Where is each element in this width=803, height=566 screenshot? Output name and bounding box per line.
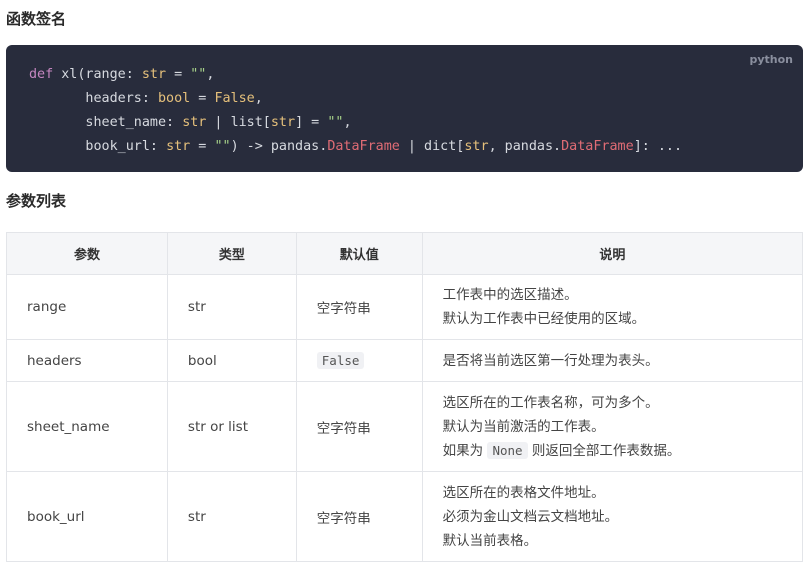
code-text: = [190, 139, 215, 154]
column-header-desc: 说明 [421, 232, 803, 275]
param-default: 空字符串 [295, 274, 423, 340]
param-default: False [295, 339, 423, 382]
desc-line: 默认当前表格。 [442, 532, 538, 549]
param-type: bool [166, 339, 297, 382]
code-string: "" [327, 115, 344, 130]
code-type: str [166, 139, 191, 154]
desc-line: 工作表中的选区描述。 [442, 287, 578, 303]
column-header-type: 类型 [166, 232, 297, 275]
code-text: xl(range: [53, 67, 142, 82]
code-literal: False [214, 91, 255, 106]
code-text: ] = [295, 115, 328, 130]
param-desc: 是否将当前选区第一行处理为表头。 [421, 339, 803, 382]
params-table: 参数 类型 默认值 说明 range str 空字符串 工作表中的选区描述。 默… [6, 232, 803, 562]
code-text: | dict[ [399, 139, 465, 154]
param-name: range [6, 274, 168, 340]
code-content: def xl(range: str = "", headers: bool = … [29, 63, 682, 159]
code-type: str [464, 139, 489, 154]
inline-code: False [316, 351, 365, 369]
code-text: sheet_name: [29, 115, 183, 130]
desc-line: 默认为当前激活的工作表。 [442, 418, 605, 435]
code-text: headers: [29, 91, 158, 106]
param-name: headers [6, 339, 168, 382]
code-string: "" [190, 67, 207, 82]
column-header-param: 参数 [6, 232, 168, 275]
section-heading-signature: 函数签名 [6, 10, 67, 28]
desc-line: 选区所在的表格文件地址。 [442, 484, 605, 501]
param-type: str [166, 274, 297, 340]
section-heading-params: 参数列表 [6, 192, 67, 210]
param-desc: 工作表中的选区描述。 默认为工作表中已经使用的区域。 [421, 274, 803, 340]
table-row: headers bool False 是否将当前选区第一行处理为表头。 [6, 339, 803, 382]
param-desc: 选区所在的工作表名称，可为多个。 默认为当前激活的工作表。 如果为 None 则… [421, 381, 803, 472]
param-desc: 选区所在的表格文件地址。 必须为金山文档云文档地址。 默认当前表格。 [421, 471, 803, 562]
code-type: str [182, 115, 207, 130]
code-type: bool [158, 91, 191, 106]
code-text: = [190, 91, 215, 106]
desc-text: 如果为 [442, 442, 488, 459]
param-type: str or list [166, 381, 297, 472]
inline-code: None [487, 441, 528, 459]
code-text: , [254, 91, 263, 106]
code-class: DataFrame [327, 139, 400, 154]
code-type: str [141, 67, 167, 82]
desc-line: 默认为工作表中已经使用的区域。 [442, 311, 646, 327]
code-text: , [343, 115, 352, 130]
code-type: str [270, 115, 296, 130]
code-text: | [206, 115, 231, 130]
table-row: book_url str 空字符串 选区所在的表格文件地址。 必须为金山文档云文… [6, 471, 803, 562]
code-text: , pandas. [488, 139, 562, 154]
table-row: sheet_name str or list 空字符串 选区所在的工作表名称，可… [6, 381, 803, 472]
code-text: , [206, 67, 215, 82]
code-keyword: def [29, 67, 54, 82]
code-class: DataFrame [561, 139, 634, 154]
param-name: sheet_name [6, 381, 168, 472]
param-default: 空字符串 [295, 381, 423, 472]
table-header-row: 参数 类型 默认值 说明 [6, 232, 803, 275]
desc-line: 必须为金山文档云文档地址。 [442, 508, 619, 525]
desc-line: 是否将当前选区第一行处理为表头。 [442, 352, 659, 369]
param-name: book_url [6, 471, 168, 562]
table-row: range str 空字符串 工作表中的选区描述。 默认为工作表中已经使用的区域… [6, 274, 803, 340]
code-string: "" [214, 139, 231, 154]
desc-text: 则返回全部工作表数据。 [527, 442, 681, 459]
code-text: ) -> pandas. [230, 139, 328, 154]
code-text: = [166, 67, 191, 82]
column-header-default: 默认值 [295, 232, 423, 275]
code-text: list[ [230, 115, 271, 130]
desc-line: 如果为 None 则返回全部工作表数据。 [443, 439, 782, 463]
desc-line: 选区所在的工作表名称，可为多个。 [442, 394, 659, 411]
code-block: python def xl(range: str = "", headers: … [6, 45, 803, 172]
code-text: book_url: [29, 139, 167, 154]
code-text: ]: ... [633, 139, 683, 154]
param-default: 空字符串 [295, 471, 423, 562]
param-type: str [166, 471, 297, 562]
code-language-label: python [749, 53, 793, 66]
